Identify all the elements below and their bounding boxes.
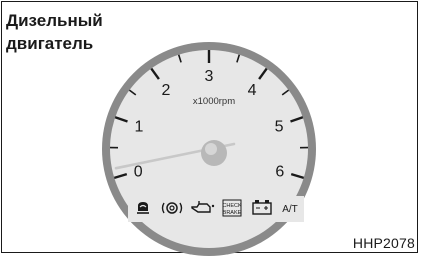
check-brake-icon: CHECK BRAKE — [222, 199, 242, 217]
instrument-panel-figure: Дизельный двигатель 0123456 x1000rpm CHE… — [0, 0, 421, 256]
svg-text:CHECK: CHECK — [222, 203, 242, 209]
indicator-strip — [128, 196, 304, 222]
scale-label-4: 4 — [248, 82, 257, 99]
scale-label-0: 0 — [134, 164, 143, 181]
figure-code: HHP2078 — [352, 235, 415, 251]
svg-text:BRAKE: BRAKE — [223, 210, 242, 216]
scale-label-5: 5 — [275, 118, 284, 135]
at-indicator-icon: A/T — [282, 204, 298, 215]
scale-label-6: 6 — [275, 164, 284, 181]
scale-label-1: 1 — [134, 118, 143, 135]
gauge-needle-hub-highlight — [205, 143, 217, 155]
scale-label-3: 3 — [205, 68, 214, 85]
scale-label-2: 2 — [161, 82, 170, 99]
tachometer-gauge: 0 1 2 3 4 5 6 x1000rpm CHECK BRAKE A/T — [102, 42, 316, 256]
gauge-unit-label: x1000rpm — [193, 96, 235, 107]
